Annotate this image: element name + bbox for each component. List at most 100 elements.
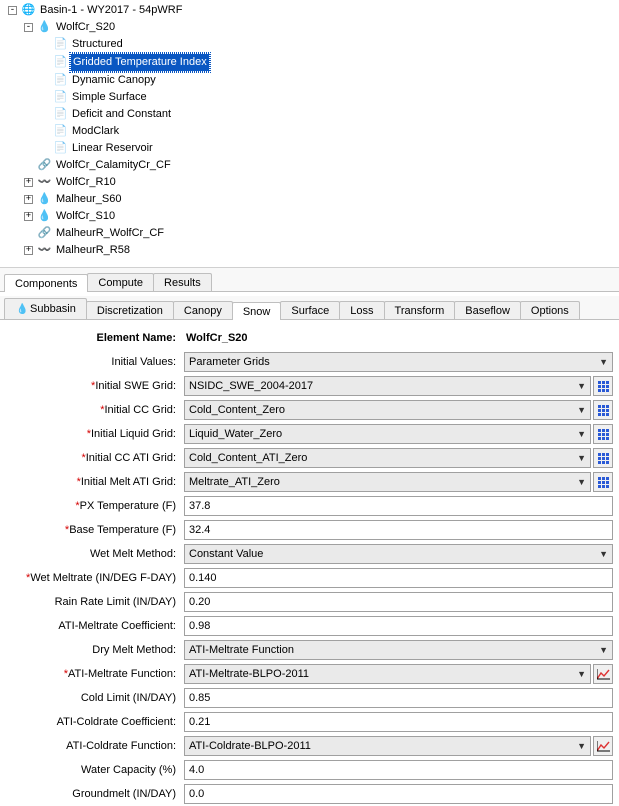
tree-node-modclark[interactable]: ModClark [70,123,121,140]
tree-node-wolfcr-r10[interactable]: WolfCr_R10 [54,174,118,191]
expander-wolfcr-s20[interactable]: - [24,23,33,32]
grid-button[interactable] [593,448,613,468]
cold-limit-input[interactable] [184,688,613,708]
chevron-down-icon: ▼ [577,453,586,463]
grid-button[interactable] [593,472,613,492]
wet-meltrate-label: *Wet Meltrate (IN/DEG F-DAY) [0,572,180,584]
grid-button[interactable] [593,400,613,420]
water-capacity-input[interactable] [184,760,613,780]
tree-node-wolfcr-s10[interactable]: WolfCr_S10 [54,208,117,225]
ati-coldrate-coeff-label: ATI-Coldrate Coefficient: [0,716,180,728]
water-capacity-label: Water Capacity (%) [0,764,180,776]
px-temp-label: *PX Temperature (F) [0,500,180,512]
chevron-down-icon: ▼ [599,645,608,655]
initial-melt-ati-grid-label: *Initial Melt ATI Grid: [0,476,180,488]
wet-meltrate-input[interactable] [184,568,613,588]
expander-malheurr-r58[interactable]: + [24,246,33,255]
tree-node-simple-surface[interactable]: Simple Surface [70,89,149,106]
px-temp-input[interactable] [184,496,613,516]
editor-tab-strip: 💧Subbasin Discretization Canopy Snow Sur… [0,296,619,320]
basin-icon: 🌐 [21,3,36,18]
tab-transform[interactable]: Transform [384,301,456,319]
dry-melt-method-select[interactable]: ATI-Meltrate Function▼ [184,640,613,660]
grid-icon [598,477,609,488]
tab-surface[interactable]: Surface [280,301,340,319]
tree-node-linear-reservoir[interactable]: Linear Reservoir [70,140,155,157]
tree-node-deficit-constant[interactable]: Deficit and Constant [70,106,173,123]
tree-node-malheurr-r58[interactable]: MalheurR_R58 [54,242,132,259]
chevron-down-icon: ▼ [577,405,586,415]
initial-values-label: Initial Values: [0,356,180,368]
expander-wolfcr-s10[interactable]: + [24,212,33,221]
initial-liquid-grid-label: *Initial Liquid Grid: [0,428,180,440]
tree-node-calamity-cf[interactable]: WolfCr_CalamityCr_CF [54,157,173,174]
expander-wolfcr-r10[interactable]: + [24,178,33,187]
element-name-label: Element Name: [0,332,180,344]
method-icon: 📄 [53,107,68,122]
ati-meltrate-coeff-input[interactable] [184,616,613,636]
initial-swe-grid-select[interactable]: NSIDC_SWE_2004-2017▼ [184,376,591,396]
method-icon: 📄 [53,37,68,52]
chevron-down-icon: ▼ [577,669,586,679]
tab-components[interactable]: Components [4,274,88,292]
initial-values-select[interactable]: Parameter Grids▼ [184,352,613,372]
expander-basin[interactable]: - [8,6,17,15]
tree-node-dynamic-canopy[interactable]: Dynamic Canopy [70,72,158,89]
tab-canopy[interactable]: Canopy [173,301,233,319]
cold-limit-label: Cold Limit (IN/DAY) [0,692,180,704]
ati-meltrate-func-label: *ATI-Meltrate Function: [0,668,180,680]
chart-button[interactable] [593,664,613,684]
chevron-down-icon: ▼ [577,381,586,391]
grid-icon [598,405,609,416]
initial-cc-grid-select[interactable]: Cold_Content_Zero▼ [184,400,591,420]
chart-button[interactable] [593,736,613,756]
initial-melt-ati-grid-select[interactable]: Meltrate_ATI_Zero▼ [184,472,591,492]
groundmelt-input[interactable] [184,784,613,804]
tab-subbasin[interactable]: 💧Subbasin [4,298,87,319]
groundmelt-label: Groundmelt (IN/DAY) [0,788,180,800]
ati-meltrate-func-select[interactable]: ATI-Meltrate-BLPO-2011▼ [184,664,591,684]
subbasin-icon: 💧 [37,192,52,207]
reach-icon: 〰️ [37,243,52,258]
subbasin-icon: 💧 [37,20,52,35]
tab-results[interactable]: Results [153,273,212,291]
initial-swe-grid-label: *Initial SWE Grid: [0,380,180,392]
method-icon: 📄 [53,55,68,70]
tree-node-structured[interactable]: Structured [70,36,125,53]
expander-malheur-s60[interactable]: + [24,195,33,204]
element-name-value: WolfCr_S20 [184,332,248,344]
reach-icon: 〰️ [37,175,52,190]
grid-button[interactable] [593,424,613,444]
tab-options[interactable]: Options [520,301,580,319]
tree-node-malheurr-wolfcr-cf[interactable]: MalheurR_WolfCr_CF [54,225,166,242]
tree-node-wolfcr-s20[interactable]: WolfCr_S20 [54,19,117,36]
tab-baseflow[interactable]: Baseflow [454,301,521,319]
tree-node-malheur-s60[interactable]: Malheur_S60 [54,191,123,208]
tab-discretization[interactable]: Discretization [86,301,174,319]
tree-node-basin[interactable]: Basin-1 - WY2017 - 54pWRF [38,2,184,19]
initial-cc-ati-grid-label: *Initial CC ATI Grid: [0,452,180,464]
tab-compute[interactable]: Compute [87,273,154,291]
initial-liquid-grid-select[interactable]: Liquid_Water_Zero▼ [184,424,591,444]
base-temp-input[interactable] [184,520,613,540]
rain-rate-limit-input[interactable] [184,592,613,612]
base-temp-label: *Base Temperature (F) [0,524,180,536]
grid-icon [598,381,609,392]
ati-coldrate-func-select[interactable]: ATI-Coldrate-BLPO-2011▼ [184,736,591,756]
tab-snow[interactable]: Snow [232,302,282,320]
initial-cc-ati-grid-select[interactable]: Cold_Content_ATI_Zero▼ [184,448,591,468]
grid-icon [598,429,609,440]
subbasin-icon: 💧 [37,209,52,224]
tree-node-gridded-temperature-index[interactable]: Gridded Temperature Index [70,53,210,72]
grid-button[interactable] [593,376,613,396]
method-icon: 📄 [53,73,68,88]
grid-icon [598,453,609,464]
chevron-down-icon: ▼ [577,477,586,487]
ati-coldrate-coeff-input[interactable] [184,712,613,732]
junction-icon: 🔗 [37,158,52,173]
ati-coldrate-func-label: ATI-Coldrate Function: [0,740,180,752]
tab-loss[interactable]: Loss [339,301,384,319]
ati-meltrate-coeff-label: ATI-Meltrate Coefficient: [0,620,180,632]
method-icon: 📄 [53,124,68,139]
wet-melt-method-select[interactable]: Constant Value▼ [184,544,613,564]
